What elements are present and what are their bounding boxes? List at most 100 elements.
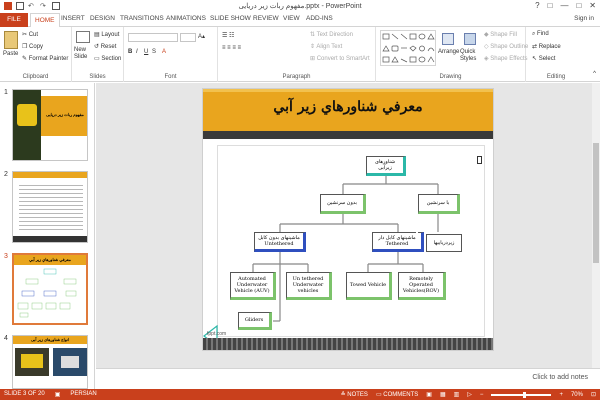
bold-icon[interactable]: B <box>128 49 132 55</box>
format-painter-button[interactable]: ✎ Format Painter <box>22 55 68 62</box>
maximize-button[interactable]: □ <box>576 1 581 10</box>
node-uuv[interactable]: Un tethered Underwater vehicles <box>286 272 332 300</box>
shadow-icon[interactable]: S <box>152 49 156 55</box>
tab-home[interactable]: HOME <box>30 13 60 28</box>
node-manned[interactable]: با سرنشین <box>418 194 460 214</box>
shape-effects-button[interactable]: ◈ Shape Effects <box>484 55 528 62</box>
paste-button[interactable]: Paste <box>3 51 18 57</box>
node-auv[interactable]: Automated Underwater Vehicle (AUV) <box>230 272 276 300</box>
node-rov[interactable]: Remotely Operated Vehicles(ROV) <box>398 272 446 300</box>
new-slide-icon[interactable] <box>76 31 90 43</box>
node-untethered[interactable]: ماشینهای بدون کابل Untethered <box>254 232 306 252</box>
tab-view[interactable]: VIEW <box>283 15 300 22</box>
tab-add-ins[interactable]: ADD-INS <box>306 15 333 22</box>
layout-button[interactable]: ▤ Layout <box>94 31 119 38</box>
slide-thumbnail-3[interactable]: معرفي شناورهاي زير آبي <box>12 253 88 325</box>
shape-outline-button[interactable]: ◇ Shape Outline <box>484 43 528 50</box>
minimize-button[interactable]: — <box>560 1 568 10</box>
tab-review[interactable]: REVIEW <box>253 15 279 22</box>
ribbon-display-button[interactable]: □ <box>548 1 553 10</box>
zoom-out-icon[interactable]: − <box>480 392 484 398</box>
smartart-icon: ⊞ <box>310 56 317 62</box>
section-button[interactable]: ▭ Section <box>94 55 121 62</box>
node-towed[interactable]: Towed Vehicle <box>346 272 392 300</box>
zoom-slider[interactable] <box>491 391 552 398</box>
grow-font-icon[interactable]: A▴ <box>198 33 205 40</box>
tab-animations[interactable]: ANIMATIONS <box>166 15 206 22</box>
tab-insert[interactable]: INSERT <box>61 15 85 22</box>
language-indicator[interactable]: PERSIAN <box>70 391 96 398</box>
org-chart-diagram[interactable]: شناورهای زیرآبی بدون سرنشین با سرنشین ما… <box>217 145 485 337</box>
resize-handle-icon[interactable] <box>477 156 482 164</box>
shapes-gallery[interactable] <box>380 30 436 66</box>
select-label: Select <box>538 56 556 62</box>
sign-in-link[interactable]: Sign in <box>574 15 594 22</box>
bullets-icon[interactable]: ☰ ☷ <box>222 32 234 39</box>
font-size-combo[interactable] <box>180 33 196 42</box>
fit-slide-icon[interactable]: ⊡ <box>591 391 596 398</box>
notes-toggle[interactable]: ≙ NOTES <box>341 391 368 398</box>
vertical-scrollbar[interactable] <box>592 83 600 368</box>
align-text-button[interactable]: ⇕ Align Text <box>310 43 342 50</box>
slide-sorter-icon[interactable]: ▦ <box>440 391 446 398</box>
arrange-icon[interactable] <box>442 33 454 45</box>
slide-editing-area[interactable]: معرفي شناورهاي زير آبي شناورهای زیرآبی ب… <box>96 83 600 389</box>
find-button[interactable]: ⌕ Find <box>532 31 549 38</box>
new-slide-button[interactable]: New Slide <box>74 47 94 60</box>
slide-thumbnails-pane[interactable]: 1 مفهوم ربات زیر دریایی 2 3 معرفي شناوره… <box>0 83 95 389</box>
quick-styles-button[interactable]: Quick Styles <box>460 49 482 62</box>
comments-toggle[interactable]: ▭ COMMENTS <box>376 391 418 398</box>
shape-fill-button[interactable]: ◆ Shape Fill <box>484 31 517 38</box>
help-button[interactable]: ? <box>535 1 539 10</box>
align-icons[interactable]: ≡ ≡ ≡ ≡ <box>222 45 241 51</box>
zoom-level[interactable]: 70% <box>571 392 583 398</box>
font-color-icon[interactable]: A <box>162 49 166 55</box>
slideshow-view-icon[interactable]: ▷ <box>467 391 472 398</box>
scissors-icon: ✂ <box>22 32 29 38</box>
collapse-ribbon-icon[interactable]: ^ <box>593 71 596 77</box>
paragraph-label: Paragraph <box>282 74 311 80</box>
quick-styles-icon[interactable] <box>464 33 476 45</box>
slide-thumbnail-4[interactable]: انواع شناورهای زیر آبی <box>12 335 88 389</box>
italic-icon[interactable]: I <box>136 49 138 55</box>
zoom-in-icon[interactable]: + <box>559 392 563 398</box>
tab-slide-show[interactable]: SLIDE SHOW <box>210 15 251 22</box>
arrange-button[interactable]: Arrange <box>438 49 459 55</box>
scrollbar-thumb[interactable] <box>593 143 599 263</box>
notes-pane[interactable]: Click to add notes <box>96 368 600 389</box>
reading-view-icon[interactable]: ▥ <box>454 391 460 398</box>
slide-thumbnail-2[interactable] <box>12 171 88 243</box>
node-tethered[interactable]: ماشینهای کابل دار Tethered <box>372 232 424 252</box>
node-submarines[interactable]: زیردریاییها <box>426 234 462 252</box>
spellcheck-icon[interactable]: ▣ <box>55 391 61 398</box>
replace-button[interactable]: ⇄ Replace <box>532 43 561 50</box>
zoom-slider-thumb[interactable] <box>523 391 527 398</box>
tab-transitions[interactable]: TRANSITIONS <box>120 15 164 22</box>
underline-icon[interactable]: U <box>144 49 148 55</box>
font-name-combo[interactable] <box>128 33 178 42</box>
find-label: Find <box>537 31 549 37</box>
node-unmanned[interactable]: بدون سرنشین <box>320 194 366 214</box>
reset-button[interactable]: ↺ Reset <box>94 43 116 50</box>
node-root[interactable]: شناورهای زیرآبی <box>366 156 406 176</box>
robot-body-shape <box>21 354 43 368</box>
text-direction-button[interactable]: ⇅ Text Direction <box>310 31 353 38</box>
convert-smartart-button[interactable]: ⊞ Convert to SmartArt <box>310 55 370 62</box>
paste-icon[interactable] <box>4 31 18 49</box>
copy-button[interactable]: ❐ Copy <box>22 43 43 50</box>
normal-view-icon[interactable]: ▣ <box>426 391 432 398</box>
thumbnail-text-lines <box>19 182 83 230</box>
current-slide[interactable]: معرفي شناورهاي زير آبي شناورهای زیرآبی ب… <box>202 88 494 351</box>
notes-placeholder[interactable]: Click to add notes <box>532 374 588 381</box>
drawing-group: Arrange Quick Styles ◆ Shape Fill ◇ Shap… <box>376 27 528 82</box>
slide-thumbnail-1[interactable]: مفهوم ربات زیر دریایی <box>12 89 88 161</box>
cut-button[interactable]: ✂ Cut <box>22 31 38 38</box>
tab-file[interactable]: FILE <box>0 13 28 27</box>
tab-design[interactable]: DESIGN <box>90 15 115 22</box>
slide-title[interactable]: معرفي شناورهاي زير آبي <box>203 99 493 115</box>
editing-group: ⌕ Find ⇄ Replace ↖ Select Editing <box>526 27 586 82</box>
layout-label: Layout <box>101 32 120 38</box>
close-button[interactable]: ✕ <box>589 1 596 10</box>
node-gliders[interactable]: Gliders <box>238 312 272 330</box>
select-button[interactable]: ↖ Select <box>532 55 555 62</box>
